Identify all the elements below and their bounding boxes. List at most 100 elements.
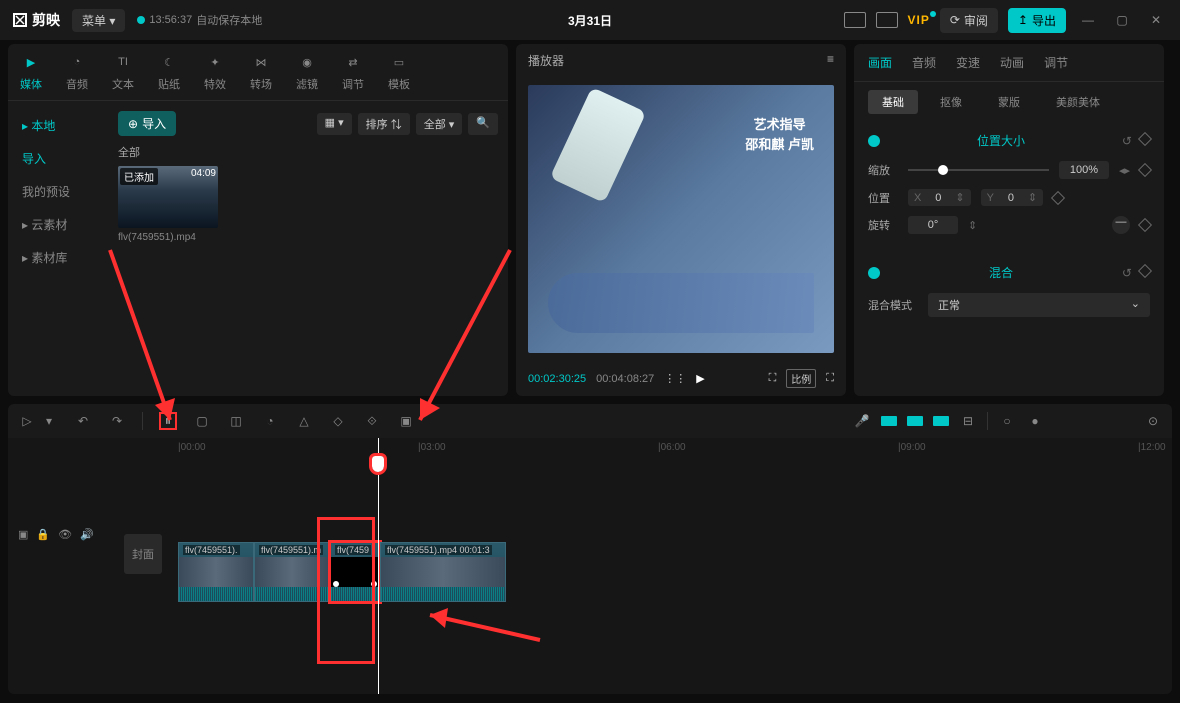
keyframe-icon[interactable] xyxy=(1051,190,1065,204)
reset-icon[interactable]: ↺ xyxy=(1122,266,1132,280)
zoom-slider-icon[interactable]: ● xyxy=(1026,412,1044,430)
subtab-抠像[interactable]: 抠像 xyxy=(926,90,976,114)
duration-time: 00:04:08:27 xyxy=(596,373,654,385)
keyframe-icon[interactable] xyxy=(1138,131,1152,145)
timeline-clip[interactable]: flv(7459 xyxy=(330,542,380,602)
autosave-status: 13:56:37 自动保存本地 xyxy=(137,12,262,28)
select-tool[interactable]: ▷ xyxy=(18,412,36,430)
layout-icon-2[interactable] xyxy=(876,12,898,28)
blend-mode-select[interactable]: 正常⌄ xyxy=(928,293,1150,317)
keyframe-icon[interactable] xyxy=(1138,263,1152,277)
rotation-input[interactable]: 0° xyxy=(908,216,958,234)
props-subtabs: 基础抠像蒙版美颜美体 xyxy=(854,82,1164,122)
top-tab-模板[interactable]: ▭模板 xyxy=(388,52,410,92)
filter-button[interactable]: 全部 ▾ xyxy=(416,113,463,135)
props-tabs: 画面 音频 变速 动画 调节 xyxy=(854,44,1164,82)
play-button[interactable]: ▶ xyxy=(696,372,704,385)
current-time: 00:02:30:25 xyxy=(528,373,586,385)
props-tab-变速[interactable]: 变速 xyxy=(956,54,980,71)
sort-button[interactable]: 排序 ⇅ xyxy=(358,113,410,135)
scale-input[interactable]: 100% xyxy=(1059,161,1109,179)
track-toggle-1[interactable] xyxy=(881,416,897,426)
ruler-tick: |09:00 xyxy=(898,442,926,453)
mirror-tool[interactable]: △ xyxy=(295,412,313,430)
zoom-out-icon[interactable]: ○ xyxy=(998,412,1016,430)
blend-mode-label: 混合模式 xyxy=(868,297,918,313)
keyframe-icon[interactable] xyxy=(1138,163,1152,177)
ratio-button[interactable]: 比例 xyxy=(786,369,816,388)
subtab-美颜美体[interactable]: 美颜美体 xyxy=(1042,90,1114,114)
player-video[interactable]: 艺术指导 邵和麒 卢凯 xyxy=(528,85,834,353)
view-mode-button[interactable]: ▦ ▾ xyxy=(317,113,352,135)
top-tab-文本[interactable]: TI文本 xyxy=(112,52,134,92)
section-blend: 混合 xyxy=(989,264,1013,281)
import-button[interactable]: ⊕ 导入 xyxy=(118,111,176,136)
media-thumbnail[interactable]: 已添加 04:09 flv(7459551).mp4 xyxy=(118,166,218,243)
undo-button[interactable]: ↶ xyxy=(74,412,92,430)
track-toggle-2[interactable] xyxy=(907,416,923,426)
timeline-ruler[interactable]: |00:00|03:00|06:00|09:00|12:00 xyxy=(8,438,1172,462)
timeline-clip[interactable]: flv(7459551).mp4 00:01:3 xyxy=(380,542,506,602)
speed-tool[interactable]: ◔ xyxy=(261,412,279,430)
fit-icon[interactable]: ⊙ xyxy=(1144,412,1162,430)
export-button[interactable]: ↥ 导出 xyxy=(1008,8,1066,33)
stepper-icon[interactable]: ⇕ xyxy=(968,219,977,232)
align-icon[interactable]: ⊟ xyxy=(959,412,977,430)
timeline-clip[interactable]: flv(7459551). xyxy=(178,542,254,602)
app-logo: 剪映 xyxy=(12,10,60,30)
reset-icon[interactable]: ↺ xyxy=(1122,134,1132,148)
top-tab-音频[interactable]: ◔音频 xyxy=(66,52,88,92)
x-input[interactable]: X0⇕ xyxy=(908,189,971,206)
crop-tool[interactable]: ◫ xyxy=(227,412,245,430)
props-tab-画面[interactable]: 画面 xyxy=(868,54,892,71)
side-item[interactable]: 我的预设 xyxy=(8,175,108,208)
top-tab-调节[interactable]: ⇄调节 xyxy=(342,52,364,92)
rotate-tool[interactable]: ◇ xyxy=(329,412,347,430)
project-title: 3月31日 xyxy=(568,12,612,29)
fullscreen-icon[interactable]: ⛶ xyxy=(826,372,834,385)
track-toggle-3[interactable] xyxy=(933,416,949,426)
ruler-tick: |12:00 xyxy=(1138,442,1166,453)
search-button[interactable]: 🔍 xyxy=(468,113,498,135)
maximize-button[interactable]: ▢ xyxy=(1110,13,1134,27)
crop2-tool[interactable]: ⟐ xyxy=(363,412,381,430)
timeline-body[interactable]: |00:00|03:00|06:00|09:00|12:00 ▣ 🔒 👁 🔊 封… xyxy=(8,438,1172,694)
list-icon[interactable]: ⋮⋮ xyxy=(664,372,686,385)
playhead[interactable] xyxy=(378,438,379,694)
clips-container: flv(7459551).flv(7459551).mflv(7459flv(7… xyxy=(178,542,1172,602)
subtab-基础[interactable]: 基础 xyxy=(868,90,918,114)
layout-icon-1[interactable] xyxy=(844,12,866,28)
top-tab-贴纸[interactable]: ☾贴纸 xyxy=(158,52,180,92)
keyframe-icon[interactable] xyxy=(1138,218,1152,232)
flip-icon[interactable]: — xyxy=(1112,216,1130,234)
delete-tool[interactable]: ▢ xyxy=(193,412,211,430)
scale-slider[interactable] xyxy=(908,169,1049,171)
props-tab-调节[interactable]: 调节 xyxy=(1044,54,1068,71)
props-tab-动画[interactable]: 动画 xyxy=(1000,54,1024,71)
side-item[interactable]: ▸ 本地 xyxy=(8,109,108,142)
close-button[interactable]: ✕ xyxy=(1144,13,1168,27)
frame-icon[interactable]: ⛶ xyxy=(769,372,777,385)
freeze-tool[interactable]: ▣ xyxy=(397,412,415,430)
select-dropdown[interactable]: ▾ xyxy=(40,412,58,430)
props-tab-音频[interactable]: 音频 xyxy=(912,54,936,71)
minimize-button[interactable]: — xyxy=(1076,13,1100,27)
top-tab-滤镜[interactable]: ◉滤镜 xyxy=(296,52,318,92)
player-menu-icon[interactable]: ≡ xyxy=(827,52,834,69)
y-input[interactable]: Y0⇕ xyxy=(981,189,1044,206)
redo-button[interactable]: ↷ xyxy=(108,412,126,430)
side-item[interactable]: ▸ 素材库 xyxy=(8,241,108,274)
timeline-clip[interactable]: flv(7459551).m xyxy=(254,542,330,602)
menu-button[interactable]: 菜单 ▾ xyxy=(72,9,125,32)
side-item[interactable]: 导入 xyxy=(8,142,108,175)
mic-icon[interactable]: 🎤 xyxy=(853,412,871,430)
top-tab-媒体[interactable]: ▶媒体 xyxy=(20,52,42,92)
top-tab-转场[interactable]: ⋈转场 xyxy=(250,52,272,92)
review-button[interactable]: ⟳ 审阅 xyxy=(940,8,998,33)
side-item[interactable]: ▸ 云素材 xyxy=(8,208,108,241)
subtab-蒙版[interactable]: 蒙版 xyxy=(984,90,1034,114)
top-tab-特效[interactable]: ✦特效 xyxy=(204,52,226,92)
split-tool[interactable] xyxy=(159,412,177,430)
vip-badge[interactable]: VIP xyxy=(908,13,930,27)
stepper-icon[interactable]: ◂▸ xyxy=(1119,164,1130,177)
